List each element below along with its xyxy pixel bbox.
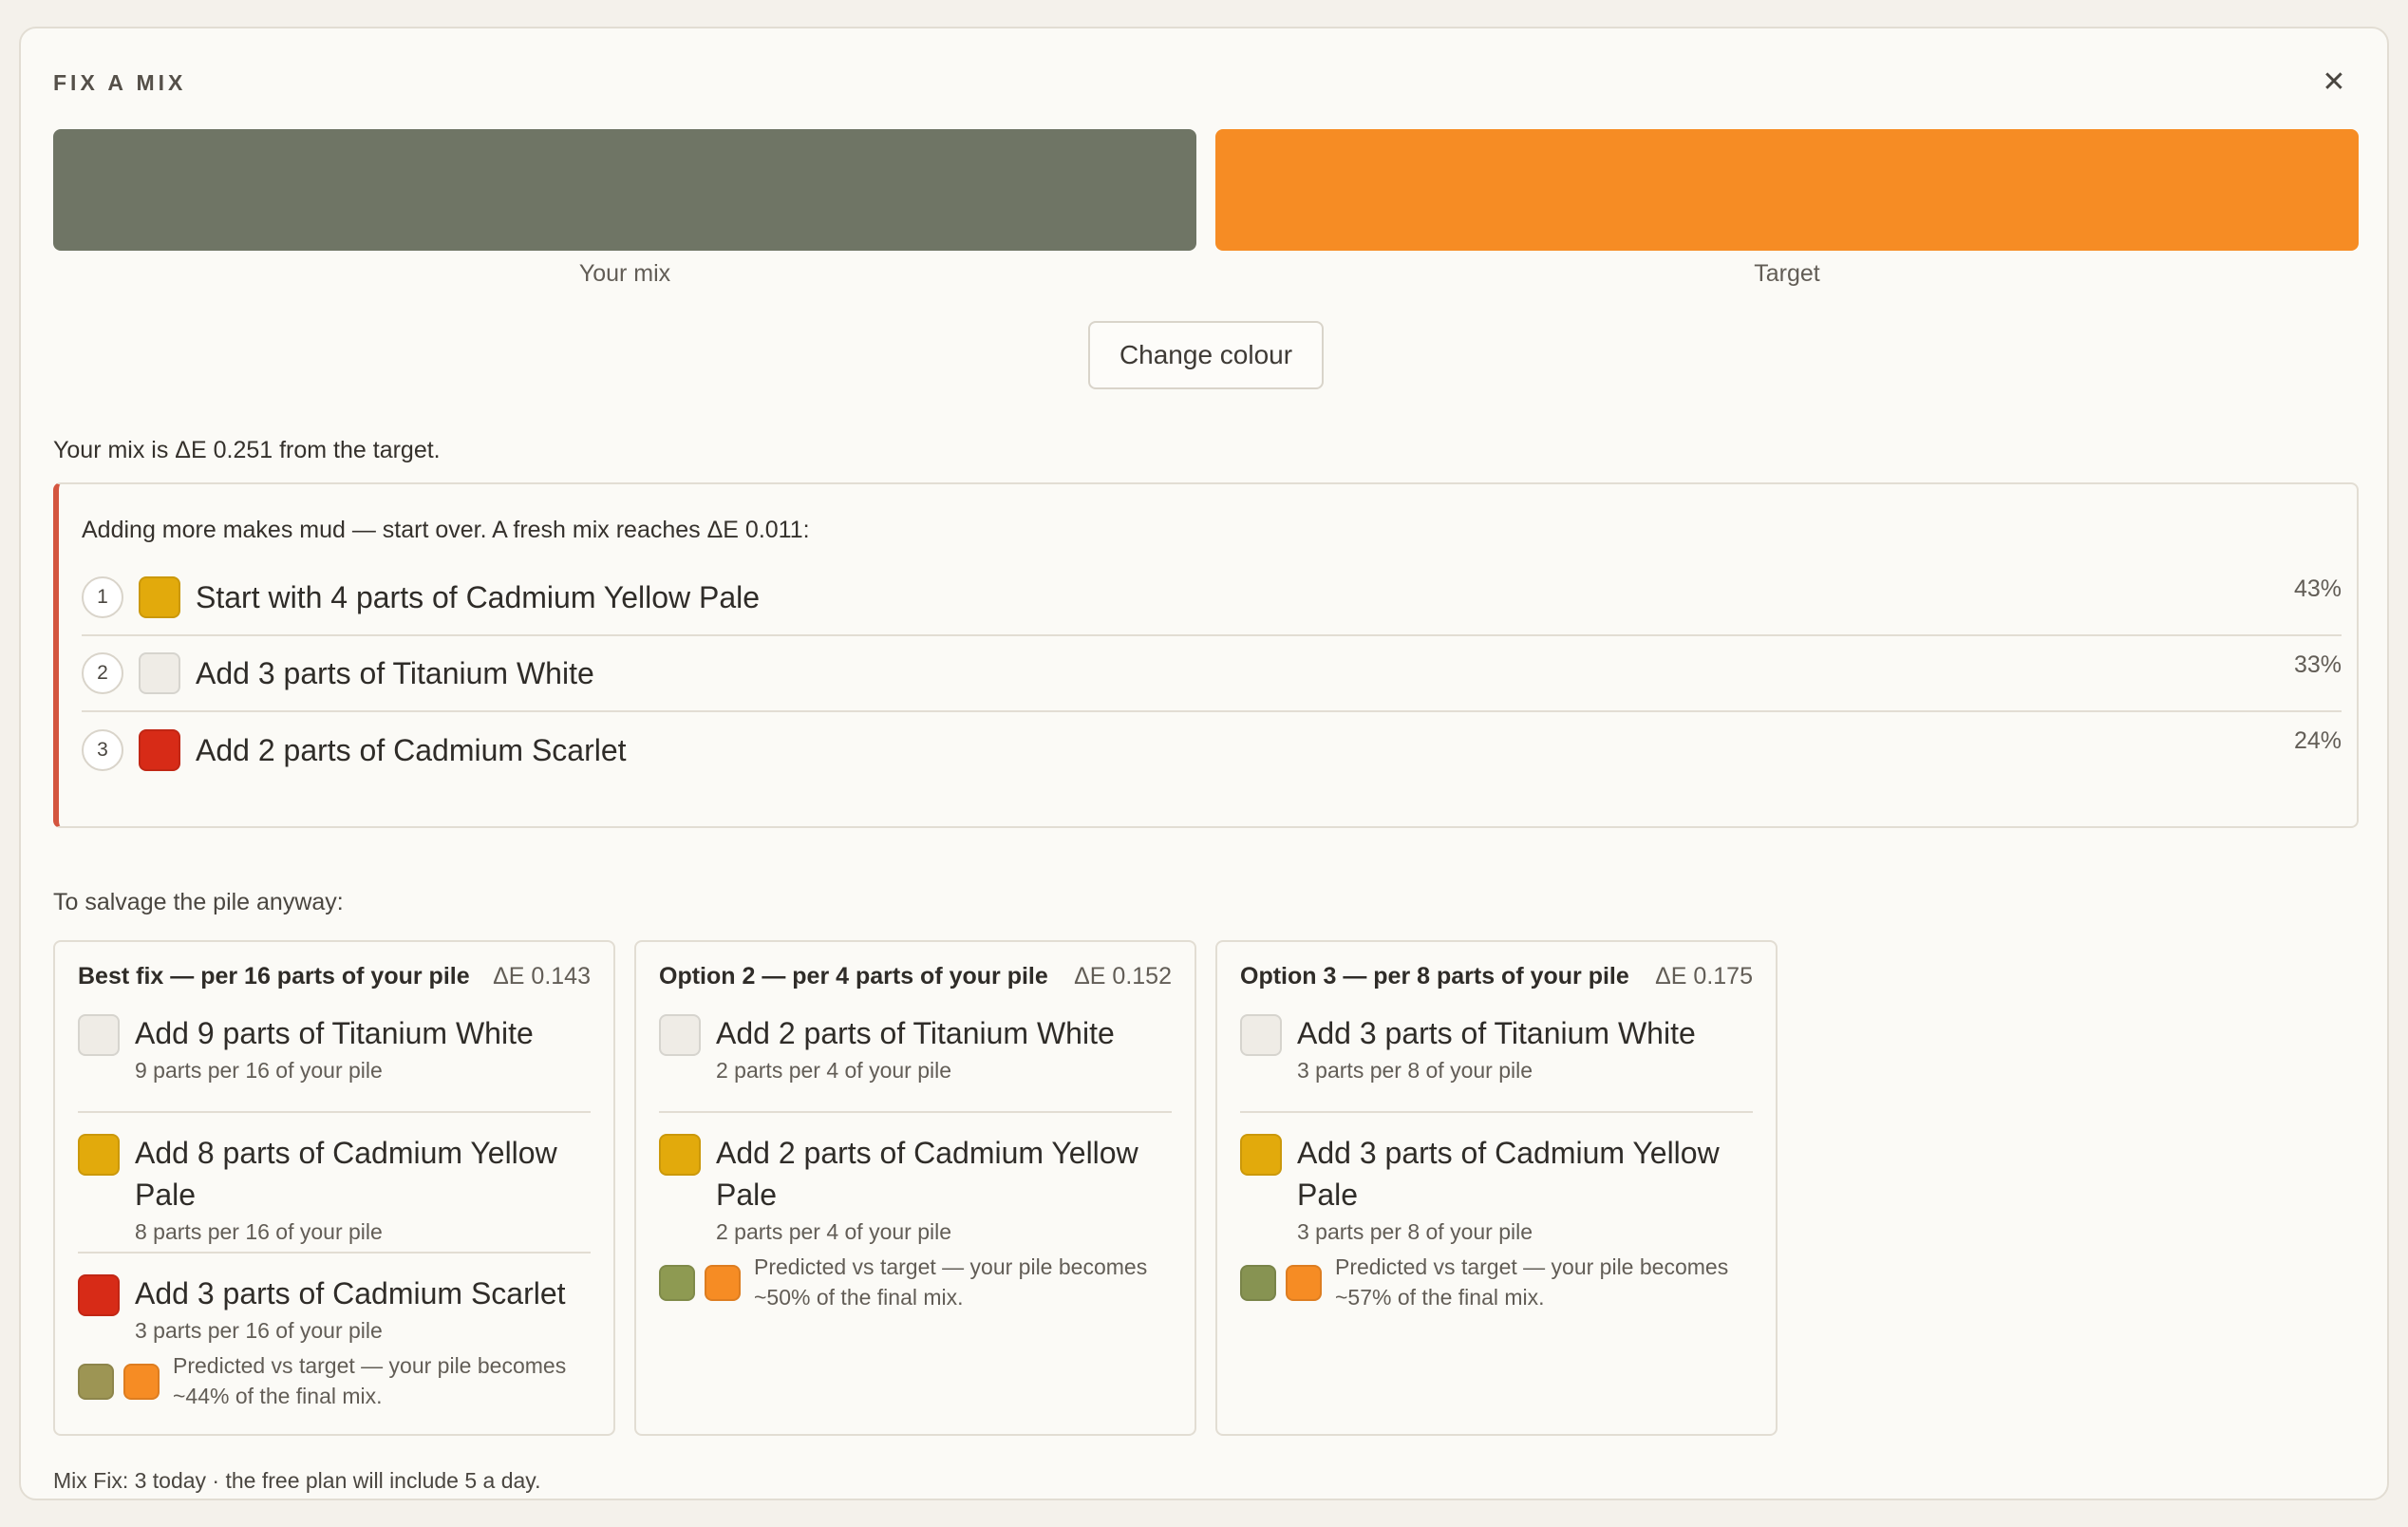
ingredient-title: Add 3 parts of Titanium White	[1297, 1016, 1696, 1050]
option-title: Option 2 — per 4 parts of your pile	[659, 963, 1048, 990]
close-icon[interactable]: ✕	[2317, 65, 2351, 99]
predicted-swatch	[78, 1364, 114, 1400]
ingredient-row: Add 3 parts of Titanium White 3 parts pe…	[1240, 1012, 1753, 1113]
ingredient-row: Add 3 parts of Cadmium Scarlet 3 parts p…	[78, 1254, 591, 1348]
paint-swatch	[1240, 1014, 1282, 1056]
change-colour-button[interactable]: Change colour	[1088, 321, 1324, 389]
step-text: Add 2 parts of Cadmium Scarlet	[196, 732, 627, 767]
predicted-swatch	[659, 1265, 695, 1301]
salvage-option-card: Best fix — per 16 parts of your pile ΔE …	[53, 940, 615, 1436]
option-title: Option 3 — per 8 parts of your pile	[1240, 963, 1629, 990]
ingredient-subtitle: 3 parts per 16 of your pile	[135, 1318, 383, 1343]
prediction-text: Predicted vs target — your pile becomes …	[1335, 1254, 1729, 1310]
restart-suggestion: Adding more makes mud — start over. A fr…	[53, 482, 2359, 828]
paint-swatch	[78, 1014, 120, 1056]
paint-swatch	[139, 652, 180, 694]
salvage-option-card: Option 2 — per 4 parts of your pile ΔE 0…	[634, 940, 1196, 1436]
salvage-option-card: Option 3 — per 8 parts of your pile ΔE 0…	[1215, 940, 1778, 1436]
ingredient-row: Add 8 parts of Cadmium Yellow Pale 8 par…	[78, 1113, 591, 1254]
ingredient-row: Add 9 parts of Titanium White 9 parts pe…	[78, 1012, 591, 1113]
ingredient-subtitle: 2 parts per 4 of your pile	[716, 1219, 952, 1244]
panel-title: FIX A MIX	[53, 70, 187, 95]
paint-swatch	[659, 1014, 701, 1056]
ingredient-title: Add 9 parts of Titanium White	[135, 1016, 534, 1050]
step-number: 1	[82, 576, 123, 618]
ingredient-title: Add 2 parts of Titanium White	[716, 1016, 1115, 1050]
paint-swatch	[139, 729, 180, 771]
paint-swatch	[78, 1134, 120, 1176]
target-label: Target	[1754, 260, 1820, 287]
restart-step: 3 Add 2 parts of Cadmium Scarlet 24%	[82, 712, 2342, 788]
option-delta: ΔE 0.152	[1074, 963, 1172, 990]
paint-swatch	[78, 1274, 120, 1316]
delta-summary: Your mix is ΔE 0.251 from the target.	[53, 437, 441, 463]
paint-swatch	[659, 1134, 701, 1176]
ingredient-subtitle: 9 parts per 16 of your pile	[135, 1058, 383, 1083]
ingredient-row: Add 2 parts of Titanium White 2 parts pe…	[659, 1012, 1172, 1113]
predicted-swatch	[1240, 1265, 1276, 1301]
target-mini-swatch	[705, 1265, 741, 1301]
paint-swatch	[1240, 1134, 1282, 1176]
ingredient-row: Add 3 parts of Cadmium Yellow Pale 3 par…	[1240, 1113, 1753, 1244]
fix-a-mix-panel: FIX A MIX ✕ Your mix Target Change colou…	[19, 27, 2389, 1500]
ingredient-title: Add 2 parts of Cadmium Yellow Pale	[716, 1136, 1138, 1212]
your-mix-label: Your mix	[578, 260, 671, 287]
option-delta: ΔE 0.175	[1655, 963, 1753, 990]
paint-swatch	[139, 576, 180, 618]
prediction-row: Predicted vs target — your pile becomes …	[659, 1252, 1172, 1312]
step-percent: 33%	[2293, 651, 2342, 678]
ingredient-subtitle: 8 parts per 16 of your pile	[135, 1219, 383, 1244]
target-swatch	[1215, 129, 2359, 251]
step-text: Add 3 parts of Titanium White	[196, 655, 594, 690]
prediction-text: Predicted vs target — your pile becomes …	[754, 1254, 1148, 1310]
ingredient-row: Add 2 parts of Cadmium Yellow Pale 2 par…	[659, 1113, 1172, 1244]
option-delta: ΔE 0.143	[493, 963, 591, 990]
ingredient-title: Add 8 parts of Cadmium Yellow Pale	[135, 1136, 557, 1212]
ingredient-title: Add 3 parts of Cadmium Scarlet	[135, 1276, 566, 1310]
step-number: 2	[82, 652, 123, 694]
restart-heading: Adding more makes mud — start over. A fr…	[82, 517, 810, 543]
target-mini-swatch	[123, 1364, 160, 1400]
step-percent: 24%	[2293, 727, 2342, 754]
step-percent: 43%	[2293, 575, 2342, 602]
prediction-row: Predicted vs target — your pile becomes …	[78, 1350, 591, 1411]
prediction-row: Predicted vs target — your pile becomes …	[1240, 1252, 1753, 1312]
ingredient-subtitle: 3 parts per 8 of your pile	[1297, 1219, 1533, 1244]
ingredient-title: Add 3 parts of Cadmium Yellow Pale	[1297, 1136, 1720, 1212]
step-number: 3	[82, 729, 123, 771]
usage-footer: Mix Fix: 3 today · the free plan will in…	[53, 1468, 541, 1493]
restart-step: 1 Start with 4 parts of Cadmium Yellow P…	[82, 560, 2342, 636]
target-mini-swatch	[1286, 1265, 1322, 1301]
restart-step: 2 Add 3 parts of Titanium White 33%	[82, 636, 2342, 712]
step-text: Start with 4 parts of Cadmium Yellow Pal…	[196, 579, 761, 614]
ingredient-subtitle: 2 parts per 4 of your pile	[716, 1058, 952, 1083]
prediction-text: Predicted vs target — your pile becomes …	[173, 1353, 567, 1408]
your-mix-swatch	[53, 129, 1196, 251]
salvage-heading: To salvage the pile anyway:	[53, 889, 344, 915]
option-title: Best fix — per 16 parts of your pile	[78, 963, 470, 990]
ingredient-subtitle: 3 parts per 8 of your pile	[1297, 1058, 1533, 1083]
